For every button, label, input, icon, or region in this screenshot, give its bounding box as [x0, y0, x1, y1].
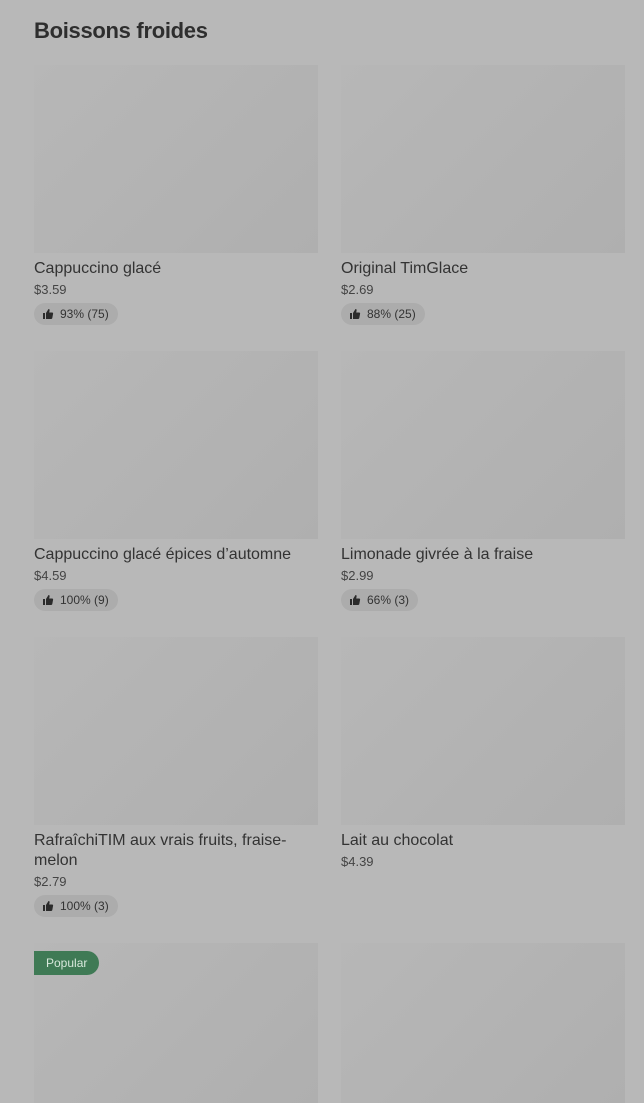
- item-name: RafraîchiTIM aux vrais fruits, fraise-me…: [34, 832, 287, 869]
- item-price: $4.39: [341, 854, 374, 869]
- menu-item-card[interactable]: Original TimGlace $2.69 88% (25): [341, 65, 625, 325]
- item-name: Lait au chocolat: [341, 832, 454, 849]
- rating-text: 100% (3): [60, 899, 109, 913]
- thumbs-up-icon: [42, 594, 54, 606]
- popular-badge: Popular: [34, 951, 100, 975]
- rating-badge: 66% (3): [341, 589, 419, 611]
- item-name: Original TimGlace: [341, 260, 469, 277]
- rating-text: 88% (25): [367, 307, 416, 321]
- menu-item-card[interactable]: Cappuccino glacé $3.59 93% (75): [34, 65, 318, 325]
- menu-item-card[interactable]: RafraîchiTIM aux vrais fruits, fraise-me…: [34, 637, 318, 917]
- rating-badge: 93% (75): [34, 303, 118, 325]
- rating-badge: 100% (9): [34, 589, 118, 611]
- rating-text: 93% (75): [60, 307, 109, 321]
- item-image[interactable]: [341, 351, 625, 539]
- item-image[interactable]: [34, 65, 318, 253]
- menu-item-card[interactable]: Popular: [34, 943, 318, 1103]
- item-price: $2.99: [341, 568, 374, 583]
- item-price: $4.59: [34, 568, 67, 583]
- item-name: Cappuccino glacé: [34, 260, 162, 277]
- item-image[interactable]: [34, 637, 318, 825]
- item-image[interactable]: [341, 65, 625, 253]
- item-price: $2.69: [341, 282, 374, 297]
- page-title: Boissons froides: [34, 18, 208, 43]
- rating-badge: 100% (3): [34, 895, 118, 917]
- thumbs-up-icon: [349, 308, 361, 320]
- item-price: $2.79: [34, 874, 67, 889]
- rating-badge: 88% (25): [341, 303, 425, 325]
- item-name: Limonade givrée à la fraise: [341, 546, 534, 563]
- item-price: $3.59: [34, 282, 67, 297]
- rating-text: 100% (9): [60, 593, 109, 607]
- item-image[interactable]: [341, 637, 625, 825]
- menu-item-card[interactable]: [341, 943, 625, 1103]
- item-image[interactable]: [34, 351, 318, 539]
- thumbs-up-icon: [42, 900, 54, 912]
- item-name: Cappuccino glacé épices d’automne: [34, 546, 292, 563]
- rating-text: 66% (3): [367, 593, 410, 607]
- menu-item-card[interactable]: Limonade givrée à la fraise $2.99 66% (3…: [341, 351, 625, 611]
- menu-item-card[interactable]: Cappuccino glacé épices d’automne $4.59 …: [34, 351, 318, 611]
- item-image[interactable]: Popular: [34, 943, 318, 1103]
- thumbs-up-icon: [349, 594, 361, 606]
- item-image[interactable]: [341, 943, 625, 1103]
- thumbs-up-icon: [42, 308, 54, 320]
- menu-item-card[interactable]: Lait au chocolat $4.39: [341, 637, 625, 869]
